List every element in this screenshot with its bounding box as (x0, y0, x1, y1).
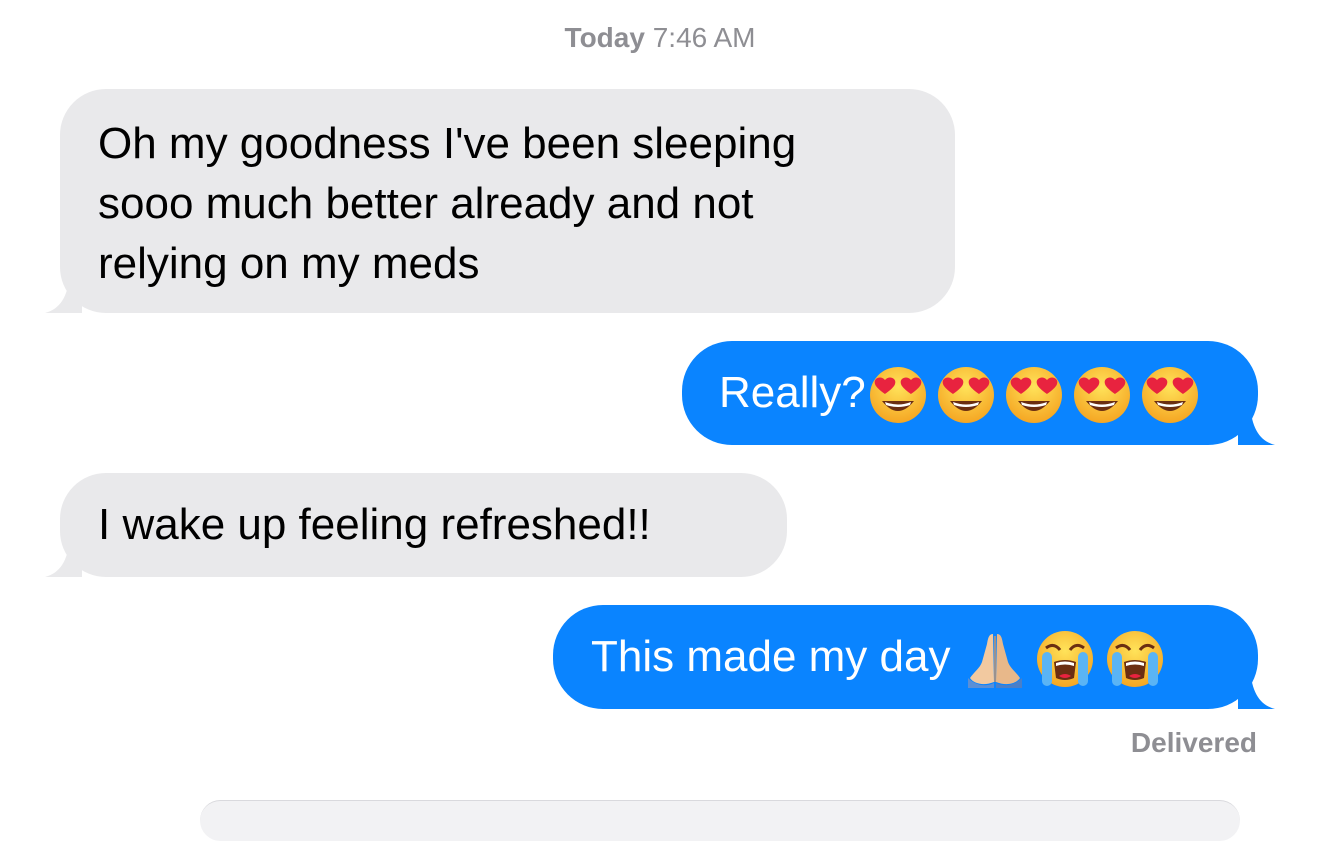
loudly-crying-emoji (1034, 628, 1096, 690)
loudly-crying-emoji (1104, 628, 1166, 690)
message-line: sooo much better already and not (98, 179, 754, 228)
heart-eyes-emoji (1072, 365, 1132, 425)
outgoing-bubble-tail (1238, 405, 1275, 445)
timestamp-time: 7:46 AM (652, 22, 756, 53)
folded-hands-emoji (964, 628, 1026, 690)
incoming-message-bubble[interactable]: Oh my goodness I've been sleeping sooo m… (60, 89, 955, 313)
outgoing-message-bubble[interactable]: This made my day (553, 605, 1258, 709)
timestamp-day: Today (564, 22, 645, 53)
incoming-bubble-tail (45, 537, 82, 577)
message-text: Really? (719, 368, 866, 417)
incoming-bubble-tail (45, 273, 82, 313)
message-text: I wake up feeling refreshed!! (98, 500, 651, 549)
outgoing-message-bubble[interactable]: Really? (682, 341, 1258, 445)
message-line: relying on my meds (98, 239, 480, 288)
outgoing-bubble-tail (1238, 669, 1275, 709)
heart-eyes-emoji (1004, 365, 1064, 425)
conversation-timestamp: Today 7:46 AM (0, 22, 1320, 54)
message-line: Oh my goodness I've been sleeping (98, 119, 797, 168)
incoming-message-bubble[interactable]: I wake up feeling refreshed!! (60, 473, 787, 577)
partial-message-bubble (200, 800, 1240, 841)
delivered-status: Delivered (1130, 727, 1257, 758)
heart-eyes-emoji (1140, 365, 1200, 425)
message-text: This made my day (591, 632, 951, 681)
heart-eyes-emoji (868, 365, 928, 425)
heart-eyes-emoji (936, 365, 996, 425)
